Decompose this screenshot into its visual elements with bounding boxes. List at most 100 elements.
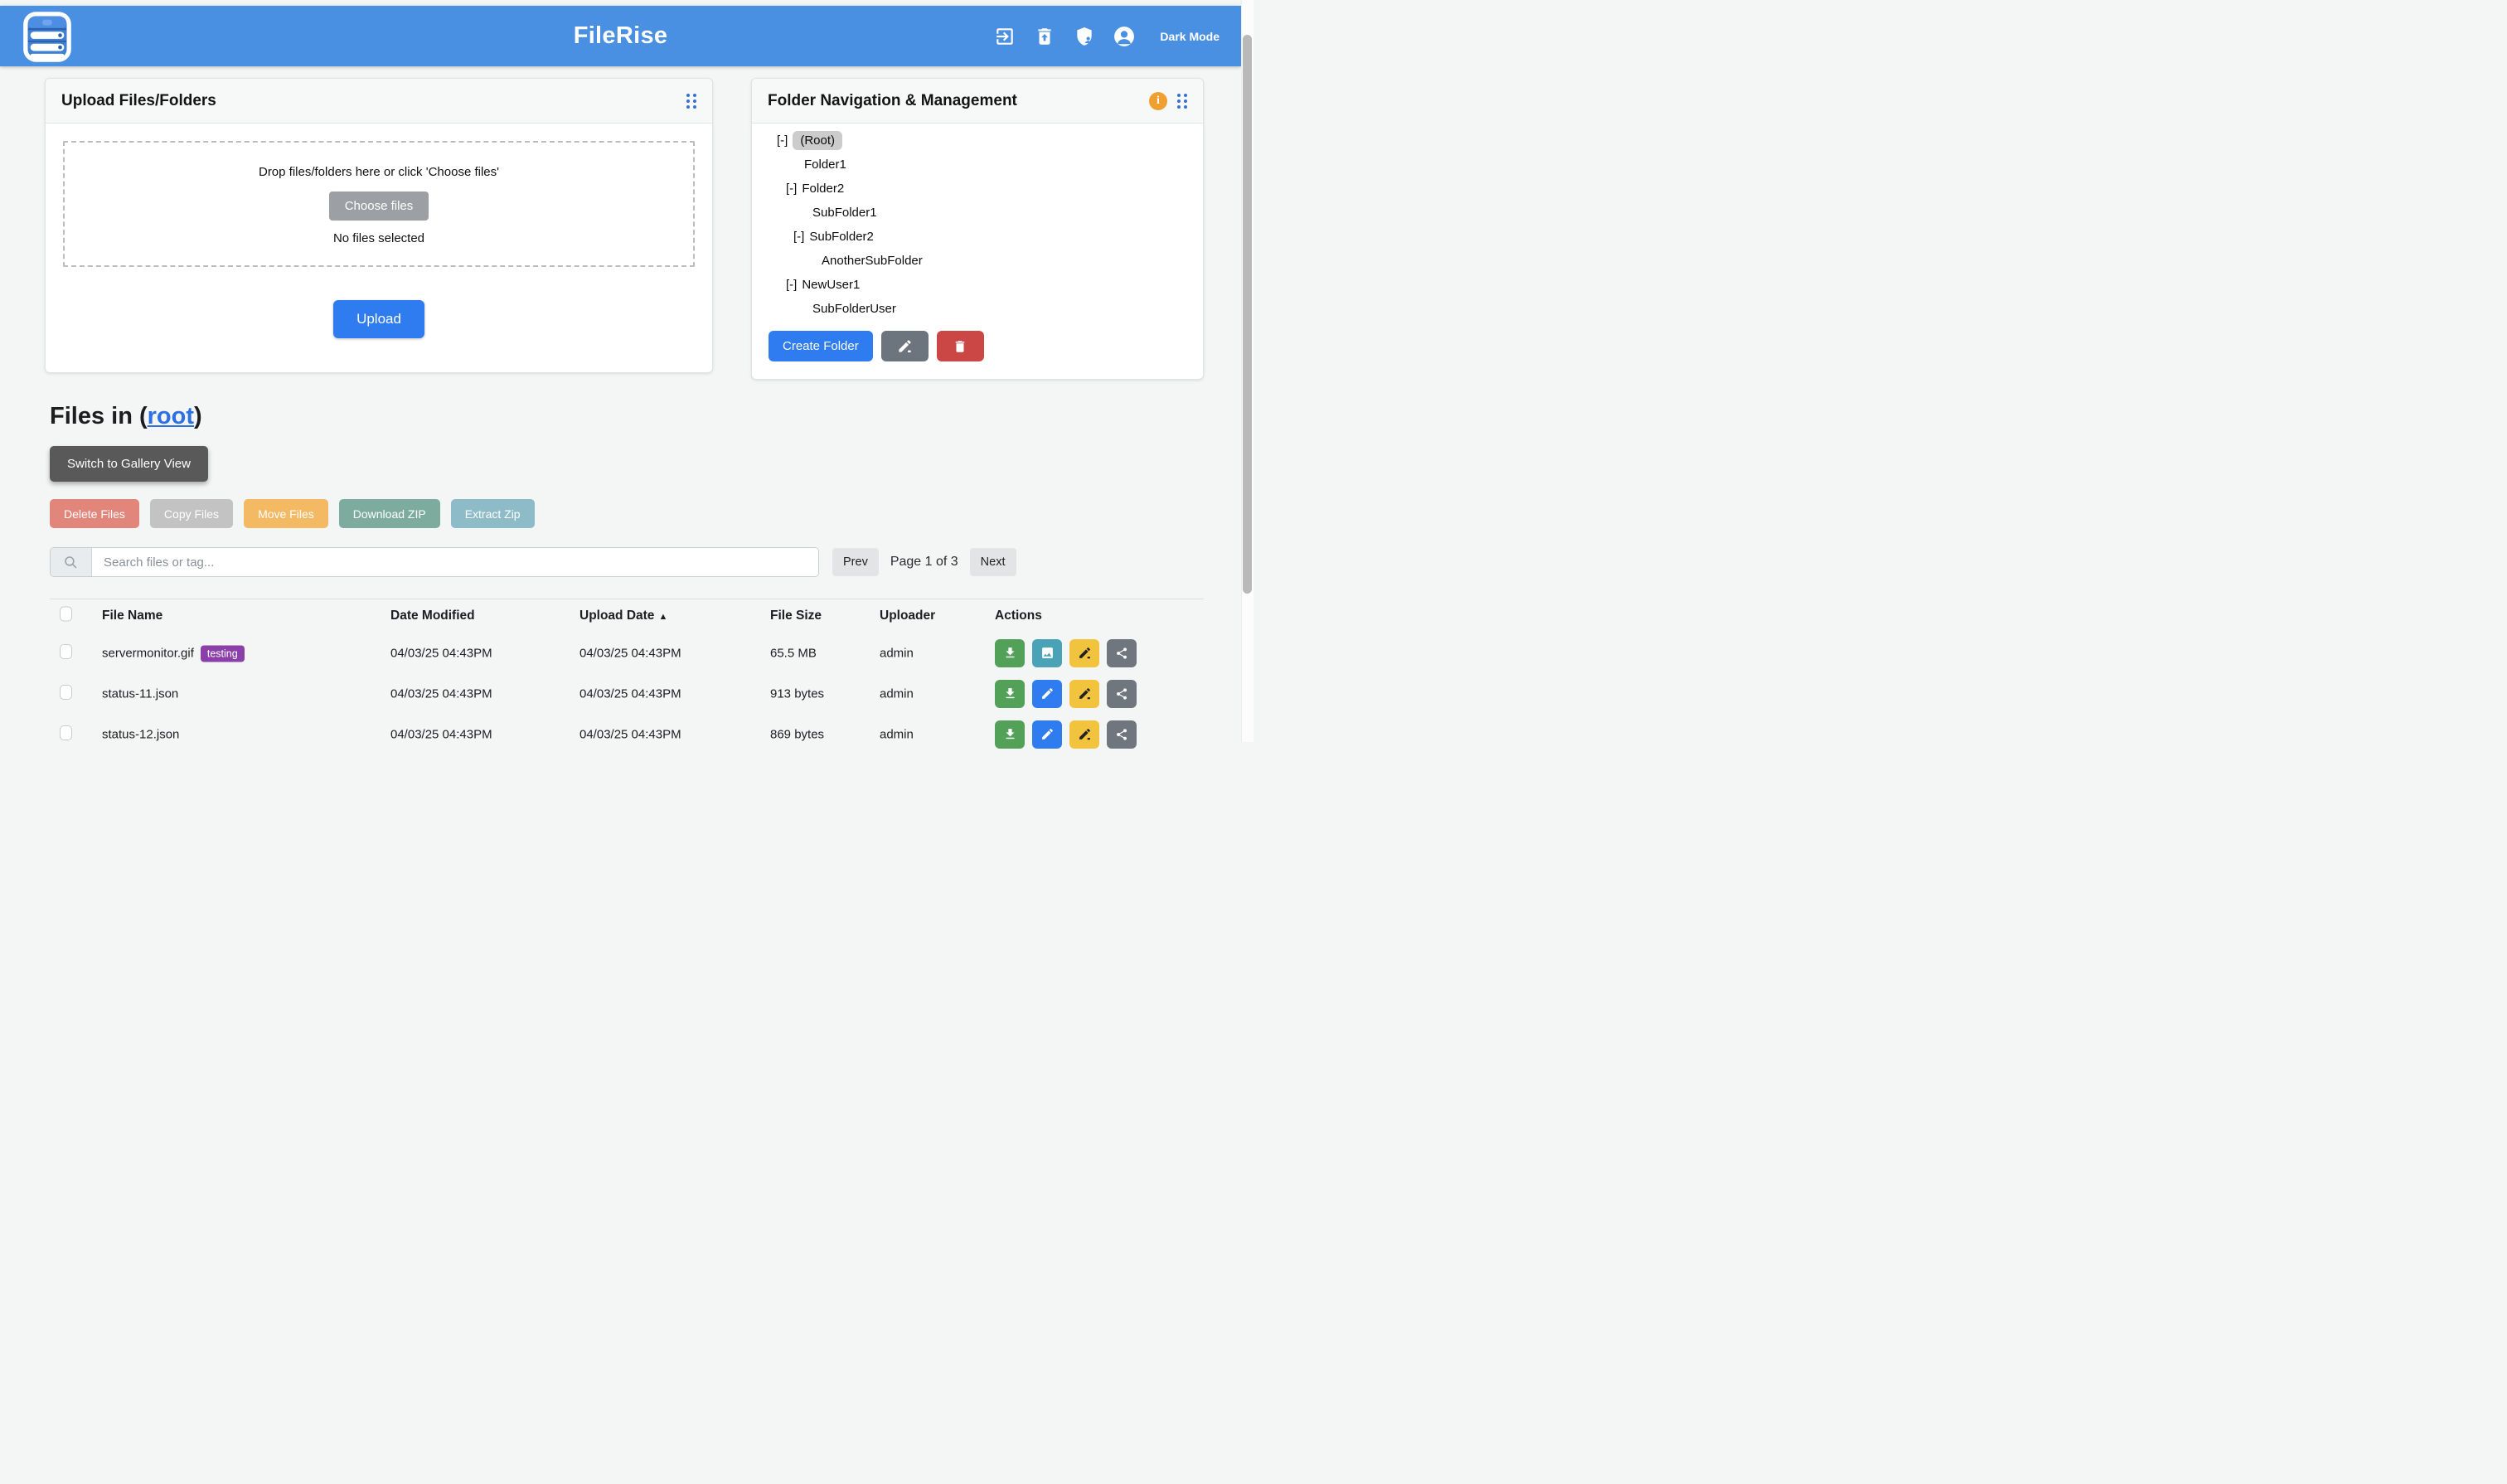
dropzone-hint: Drop files/folders here or click 'Choose… (65, 165, 693, 179)
download-zip-button[interactable]: Download ZIP (339, 499, 440, 528)
folder-label[interactable]: Folder2 (802, 182, 844, 196)
rename-file-button[interactable] (1069, 720, 1099, 749)
file-dropzone[interactable]: Drop files/folders here or click 'Choose… (63, 141, 695, 267)
folder-label[interactable]: SubFolderUser (812, 302, 896, 316)
extract-zip-button[interactable]: Extract Zip (451, 499, 535, 528)
drag-handle-icon[interactable] (686, 94, 696, 109)
info-icon[interactable]: i (1149, 92, 1167, 110)
row-checkbox[interactable] (60, 725, 72, 740)
file-name-cell: status-11.json (102, 686, 178, 701)
search-icon-segment (51, 548, 92, 576)
col-header-file-size[interactable]: File Size (770, 609, 822, 623)
copy-files-button[interactable]: Copy Files (150, 499, 233, 528)
folder-label[interactable]: AnotherSubFolder (822, 254, 923, 268)
upload-date-cell: 04/03/25 04:43PM (579, 727, 681, 741)
file-size-cell: 65.5 MB (770, 646, 817, 660)
upload-date-cell: 04/03/25 04:43PM (579, 686, 681, 701)
restore-trash-icon[interactable] (1034, 26, 1055, 47)
tree-item-folder1[interactable]: Folder1 (752, 153, 1203, 177)
collapse-toggle[interactable]: [-] (786, 278, 797, 292)
upload-card: Upload Files/Folders Drop files/folders … (45, 78, 713, 373)
share-file-button[interactable] (1107, 639, 1137, 667)
tree-item-folder2[interactable]: [-] Folder2 (752, 177, 1203, 201)
account-circle-icon[interactable] (1113, 26, 1135, 47)
select-all-checkbox[interactable] (60, 607, 72, 622)
folder-label[interactable]: SubFolder2 (809, 230, 874, 244)
tree-item-newuser1[interactable]: [-] NewUser1 (752, 273, 1203, 297)
switch-gallery-view-button[interactable]: Switch to Gallery View (50, 446, 208, 482)
download-icon (1003, 646, 1017, 660)
top-header: FileRise Dark Mode (0, 6, 1241, 66)
tree-item-root[interactable]: [-] (Root) (752, 129, 1203, 153)
files-heading: Files in (root) (50, 403, 202, 430)
col-header-date-modified[interactable]: Date Modified (390, 609, 475, 623)
edit-file-button[interactable] (1032, 720, 1062, 749)
pencil-icon (1040, 727, 1055, 741)
rename-pen-icon (1078, 727, 1092, 741)
delete-files-button[interactable]: Delete Files (50, 499, 139, 528)
next-page-button[interactable]: Next (970, 548, 1016, 576)
folder-label[interactable]: (Root) (793, 131, 842, 150)
search-box (50, 547, 819, 577)
choose-files-button[interactable]: Choose files (329, 192, 429, 221)
table-header-row: File Name Date Modified Upload Date▲ Fil… (50, 599, 1204, 633)
prev-page-button[interactable]: Prev (832, 548, 879, 576)
share-file-button[interactable] (1107, 680, 1137, 708)
share-icon (1115, 728, 1128, 741)
search-input[interactable] (92, 548, 818, 576)
edit-file-button[interactable] (1032, 680, 1062, 708)
folder-label[interactable]: NewUser1 (802, 278, 860, 292)
rename-folder-button[interactable] (881, 331, 929, 361)
rename-file-button[interactable] (1069, 639, 1099, 667)
dark-mode-toggle[interactable]: Dark Mode (1160, 30, 1220, 43)
date-modified-cell: 04/03/25 04:43PM (390, 646, 492, 660)
file-name-cell: status-12.json (102, 727, 179, 741)
scrollbar-track[interactable] (1241, 0, 1254, 742)
rename-file-button[interactable] (1069, 680, 1099, 708)
upload-card-title: Upload Files/Folders (61, 92, 216, 110)
root-folder-link[interactable]: root (148, 403, 194, 429)
row-checkbox[interactable] (60, 685, 72, 700)
download-file-button[interactable] (995, 639, 1025, 667)
share-file-button[interactable] (1107, 720, 1137, 749)
files-heading-prefix: Files in ( (50, 403, 148, 429)
download-file-button[interactable] (995, 720, 1025, 749)
rename-pen-icon (1078, 646, 1092, 660)
scrollbar-thumb[interactable] (1243, 35, 1252, 594)
folder-label[interactable]: SubFolder1 (812, 206, 877, 220)
files-heading-suffix: ) (194, 403, 202, 429)
file-size-cell: 913 bytes (770, 686, 824, 701)
trash-icon (953, 339, 967, 354)
logout-exit-icon[interactable] (994, 26, 1016, 47)
folder-label[interactable]: Folder1 (804, 158, 846, 172)
upload-card-header: Upload Files/Folders (46, 79, 712, 124)
col-header-file-name[interactable]: File Name (102, 609, 162, 623)
table-row: servermonitor.giftesting 04/03/25 04:43P… (50, 633, 1204, 673)
pagination: Prev Page 1 of 3 Next (832, 548, 1016, 576)
tree-item-subfolder2[interactable]: [-] SubFolder2 (752, 225, 1203, 249)
collapse-toggle[interactable]: [-] (786, 182, 797, 196)
row-checkbox[interactable] (60, 644, 72, 659)
download-file-button[interactable] (995, 680, 1025, 708)
collapse-toggle[interactable]: [-] (777, 133, 788, 148)
rename-pen-icon (1078, 686, 1092, 701)
delete-folder-button[interactable] (937, 331, 984, 361)
tree-item-subfolderuser[interactable]: SubFolderUser (752, 297, 1203, 321)
create-folder-button[interactable]: Create Folder (769, 331, 873, 361)
file-tag-badge: testing (201, 645, 245, 662)
file-size-cell: 869 bytes (770, 727, 824, 741)
drag-handle-icon[interactable] (1177, 94, 1187, 109)
preview-image-button[interactable] (1032, 639, 1062, 667)
uploader-cell: admin (880, 727, 914, 741)
file-table: File Name Date Modified Upload Date▲ Fil… (50, 599, 1204, 754)
tree-item-subfolder1[interactable]: SubFolder1 (752, 201, 1203, 225)
col-header-uploader[interactable]: Uploader (880, 609, 935, 623)
admin-shield-icon[interactable] (1074, 26, 1095, 47)
upload-button[interactable]: Upload (333, 300, 424, 338)
rename-pen-icon (897, 338, 913, 354)
collapse-toggle[interactable]: [-] (793, 230, 804, 244)
move-files-button[interactable]: Move Files (244, 499, 328, 528)
date-modified-cell: 04/03/25 04:43PM (390, 727, 492, 741)
col-header-upload-date[interactable]: Upload Date▲ (579, 609, 667, 623)
tree-item-anothersubfolder[interactable]: AnotherSubFolder (752, 249, 1203, 273)
